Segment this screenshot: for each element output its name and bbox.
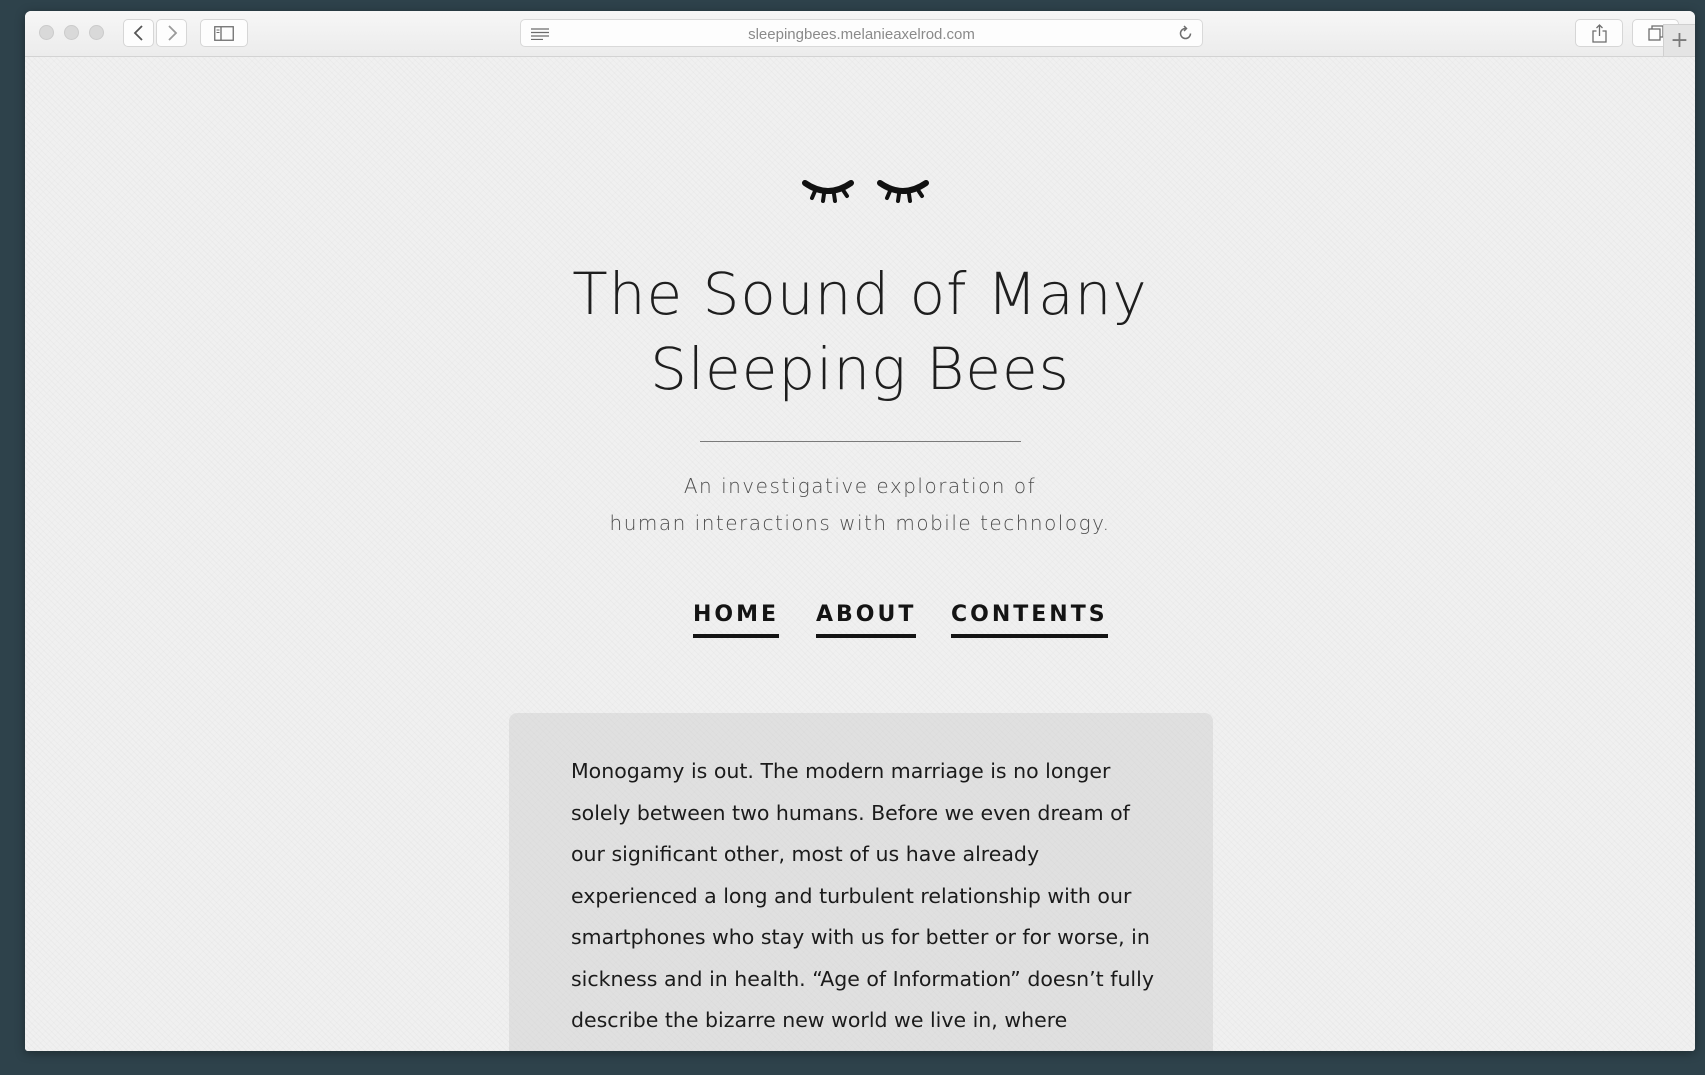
browser-toolbar: sleepingbees.melanieaxelrod.com + <box>25 11 1695 57</box>
tagline-line1: An investigative exploration of <box>683 474 1037 498</box>
chevron-right-icon <box>167 25 177 41</box>
back-button[interactable] <box>123 19 154 47</box>
sidebar-toggle-button[interactable] <box>200 19 248 47</box>
intro-paragraph: Monogamy is out. The modern marriage is … <box>571 759 1154 1032</box>
sidebar-icon <box>214 25 234 41</box>
new-tab-button[interactable]: + <box>1663 24 1695 56</box>
site-tagline: An investigative exploration of human in… <box>460 468 1260 542</box>
site-title-line2: Sleeping Bees <box>650 335 1070 403</box>
url-text[interactable]: sleepingbees.melanieaxelrod.com <box>521 26 1202 43</box>
nav-contents-link[interactable]: CONTENTS <box>951 602 1108 638</box>
nav-home-link[interactable]: HOME <box>693 602 780 638</box>
site-title-line1: The Sound of Many <box>572 260 1148 328</box>
nav-about-link[interactable]: ABOUT <box>816 602 917 638</box>
title-divider <box>700 441 1021 442</box>
web-page: The Sound of Many Sleeping Bees An inves… <box>25 57 1695 1051</box>
forward-button[interactable] <box>156 19 187 47</box>
minimize-window-button[interactable] <box>64 25 79 40</box>
intro-card: Monogamy is out. The modern marriage is … <box>509 713 1213 1051</box>
tabs-icon <box>1647 25 1664 41</box>
chevron-left-icon <box>133 25 143 41</box>
site-title: The Sound of Many Sleeping Bees <box>360 257 1360 407</box>
browser-window: sleepingbees.melanieaxelrod.com + The So… <box>25 11 1695 1051</box>
address-bar[interactable]: sleepingbees.melanieaxelrod.com <box>520 19 1203 47</box>
share-icon <box>1591 23 1607 43</box>
tagline-line2: human interactions with mobile technolog… <box>609 511 1111 535</box>
reload-icon[interactable] <box>1177 25 1194 42</box>
zoom-window-button[interactable] <box>89 25 104 40</box>
closed-eyes-icon <box>802 180 929 203</box>
close-window-button[interactable] <box>39 25 54 40</box>
share-button[interactable] <box>1575 19 1623 47</box>
